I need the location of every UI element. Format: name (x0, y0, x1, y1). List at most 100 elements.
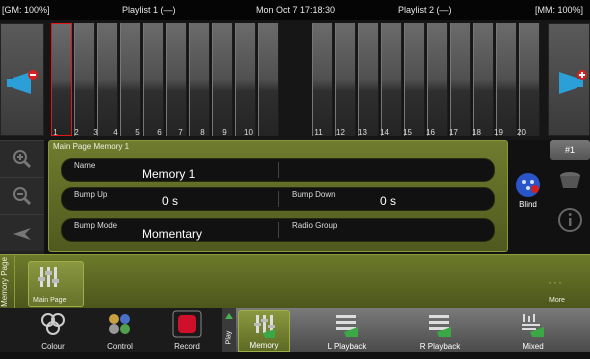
name-label: Name (74, 161, 96, 170)
bump-mode-value[interactable]: Momentary (142, 227, 202, 241)
list-icon (336, 315, 358, 337)
grand-master-readout: [GM: 100%] (2, 5, 50, 15)
bump-up-label: Bump Up (74, 190, 108, 199)
tab-r-playback-label: R Playback (419, 342, 461, 351)
fader-number: 5 (135, 128, 140, 137)
clear-button[interactable] (550, 160, 590, 200)
fader-number: 3 (93, 128, 98, 137)
memory-master-readout: [MM: 100%] (535, 5, 584, 15)
panel-title: Main Page Memory 1 (53, 142, 130, 151)
control-label: Control (107, 342, 133, 351)
bump-mode-label: Bump Mode (74, 221, 118, 230)
page-badge[interactable]: #1 (550, 140, 590, 160)
fader-number: 8 (200, 128, 205, 137)
tab-l-playback[interactable]: L Playback (304, 310, 390, 352)
record-label: Record (174, 342, 200, 351)
fader-number: 4 (113, 128, 118, 137)
memory-faders-icon (254, 315, 275, 338)
name-value[interactable]: Memory 1 (142, 167, 195, 181)
main-page-tile[interactable]: Main Page (28, 261, 84, 307)
fader-14[interactable] (381, 23, 402, 136)
bump-up-value[interactable]: 0 s (162, 194, 178, 208)
play-vertical-tab[interactable]: Play (222, 308, 236, 352)
faders-icon (38, 267, 59, 287)
next-page-button[interactable] (548, 23, 590, 136)
right-tool-column: #1 (550, 136, 590, 254)
blind-icon (516, 173, 540, 197)
fader-9[interactable] (235, 23, 256, 136)
fader-3[interactable] (97, 23, 118, 136)
fader-number: 16 (426, 128, 435, 137)
fader-2[interactable] (74, 23, 95, 136)
tool-column (0, 140, 44, 254)
record-icon (172, 310, 202, 338)
clock-readout: Mon Oct 7 17:18:30 (256, 5, 336, 15)
tab-memory-label: Memory (249, 341, 279, 350)
radio-group-label: Radio Group (292, 221, 338, 230)
main-page-label: Main Page (33, 297, 67, 304)
magnifier-minus-icon (13, 187, 32, 206)
zoom-out-button[interactable] (0, 177, 44, 214)
mixed-icon (522, 314, 544, 337)
speaker-minus-icon (7, 70, 38, 94)
bump-down-label: Bump Down (292, 190, 336, 199)
playlist-2-label[interactable]: Playlist 2 (—) (398, 5, 452, 15)
record-button[interactable]: Record (162, 308, 212, 352)
fader-number: 19 (494, 128, 503, 137)
fader-17[interactable] (450, 23, 471, 136)
plane-icon (13, 228, 31, 240)
more-dots-icon: ··· (548, 275, 563, 289)
fader-16[interactable] (427, 23, 448, 136)
control-dots-icon (109, 314, 130, 334)
play-vertical-label: Play (225, 330, 233, 345)
fader-10[interactable] (258, 23, 279, 136)
fader-number: 10 (244, 128, 253, 137)
playlist-1-label[interactable]: Playlist 1 (—) (122, 5, 176, 15)
magnifier-plus-icon (13, 150, 32, 169)
fader-number: 1 (53, 128, 58, 137)
fader-8[interactable] (212, 23, 233, 136)
tab-mixed[interactable]: Mixed (490, 310, 576, 352)
fader-18[interactable] (473, 23, 494, 136)
name-row[interactable]: Name Memory 1 (61, 158, 495, 182)
tab-mixed-label: Mixed (522, 342, 544, 351)
fader-12[interactable] (335, 23, 356, 136)
mode-row: Bump Mode Momentary Radio Group (61, 218, 495, 242)
fader-number: 15 (403, 128, 412, 137)
colour-label: Colour (41, 342, 65, 351)
more-button[interactable]: More (549, 297, 565, 304)
fan-button[interactable] (0, 214, 44, 251)
status-bar: [GM: 100%] Playlist 1 (—) Mon Oct 7 17:1… (0, 0, 590, 20)
playback-tab-strip: Play Memory L Playback R Playback Mixed (222, 308, 590, 352)
memory-properties-panel: Main Page Memory 1 Name Memory 1 Bump Up… (48, 140, 508, 252)
fader-1[interactable] (51, 23, 72, 136)
fader-11[interactable] (312, 23, 333, 136)
blind-button[interactable]: Blind (510, 172, 546, 216)
fader-number: 13 (358, 128, 367, 137)
fader-4[interactable] (120, 23, 141, 136)
fader-5[interactable] (143, 23, 164, 136)
fader-13[interactable] (358, 23, 379, 136)
fader-number: 20 (517, 128, 526, 137)
fader-7[interactable] (189, 23, 210, 136)
fader-20[interactable] (519, 23, 540, 136)
fader-number: 12 (336, 128, 345, 137)
fader-19[interactable] (496, 23, 517, 136)
info-button[interactable] (550, 200, 590, 240)
fader-15[interactable] (404, 23, 425, 136)
speaker-plus-icon (559, 70, 587, 94)
colour-button[interactable]: Colour (28, 308, 78, 352)
row-divider (278, 162, 279, 178)
fader-number: 2 (74, 128, 79, 137)
bump-row: Bump Up 0 s Bump Down 0 s (61, 187, 495, 211)
fader-number: 6 (157, 128, 162, 137)
fader-6[interactable] (166, 23, 187, 136)
control-button[interactable]: Control (95, 308, 145, 352)
tab-r-playback[interactable]: R Playback (397, 310, 483, 352)
zoom-in-button[interactable] (0, 140, 44, 177)
list-icon (429, 315, 451, 337)
collapse-arrow-icon (225, 313, 233, 319)
tab-memory[interactable]: Memory (238, 310, 290, 352)
previous-page-button[interactable] (0, 23, 44, 136)
bump-down-value[interactable]: 0 s (380, 194, 396, 208)
